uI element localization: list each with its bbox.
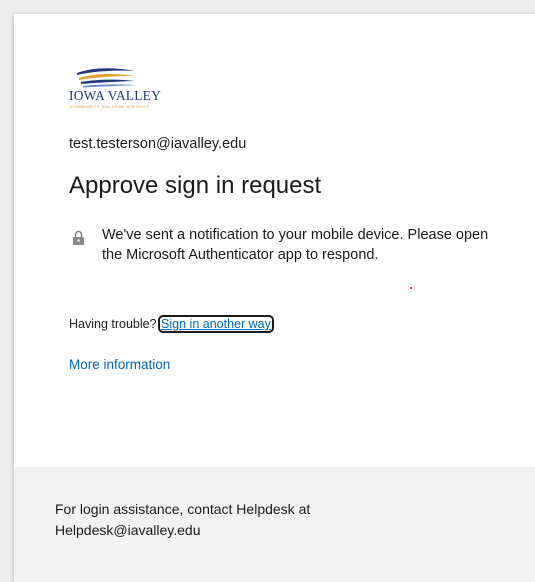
sign-in-another-way-link[interactable]: Sign in another way bbox=[158, 315, 274, 333]
more-information-link[interactable]: More information bbox=[69, 357, 170, 372]
sign-in-card: IOWA VALLEY COMMUNITY COLLEGE DISTRICT t… bbox=[14, 14, 535, 582]
trouble-label: Having trouble? bbox=[69, 317, 157, 331]
notification-text: We've sent a notification to your mobile… bbox=[102, 227, 489, 263]
footer-panel: For login assistance, contact Helpdesk a… bbox=[14, 467, 535, 582]
stray-mark bbox=[410, 287, 412, 289]
trouble-row: Having trouble? Sign in another way bbox=[69, 315, 274, 333]
logo-wordmark: IOWA VALLEY bbox=[69, 88, 162, 103]
account-identity: test.testerson@iavalley.edu bbox=[69, 136, 247, 152]
iowa-valley-logo: IOWA VALLEY COMMUNITY COLLEGE DISTRICT bbox=[69, 66, 189, 116]
helpdesk-text: For login assistance, contact Helpdesk a… bbox=[55, 501, 311, 538]
page-background: IOWA VALLEY COMMUNITY COLLEGE DISTRICT t… bbox=[0, 0, 535, 582]
logo-swoosh-icon bbox=[77, 68, 135, 88]
page-title: Approve sign in request bbox=[69, 172, 322, 199]
logo-tagline: COMMUNITY COLLEGE DISTRICT bbox=[70, 104, 150, 109]
lock-icon bbox=[73, 230, 84, 245]
